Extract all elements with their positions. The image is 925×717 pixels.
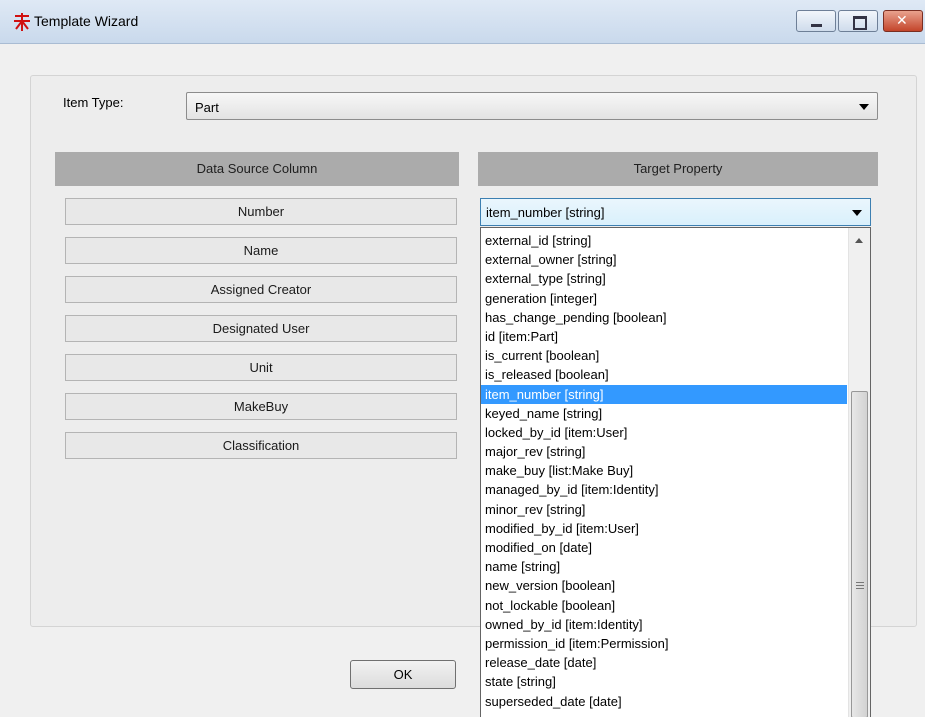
item-type-label: Item Type: bbox=[63, 95, 124, 110]
list-option[interactable]: not_lockable [boolean] bbox=[481, 596, 847, 615]
list-option[interactable]: new_version [boolean] bbox=[481, 576, 847, 595]
scrollbar-thumb[interactable] bbox=[851, 391, 868, 717]
item-type-value: Part bbox=[195, 100, 219, 115]
list-option[interactable]: id [item:Part] bbox=[481, 327, 847, 346]
scroll-up-arrow-icon[interactable] bbox=[855, 238, 863, 243]
list-option[interactable]: locked_by_id [item:User] bbox=[481, 423, 847, 442]
list-option[interactable]: state [string] bbox=[481, 672, 847, 691]
list-option[interactable]: permission_id [item:Permission] bbox=[481, 634, 847, 653]
source-column-name: Name bbox=[65, 237, 457, 264]
list-option[interactable]: owned_by_id [item:Identity] bbox=[481, 615, 847, 634]
title-bar: Template Wizard bbox=[0, 0, 925, 44]
list-option[interactable]: minor_rev [string] bbox=[481, 500, 847, 519]
minimize-button[interactable] bbox=[796, 10, 836, 32]
vertical-scrollbar[interactable] bbox=[848, 228, 870, 717]
app-icon bbox=[14, 13, 30, 31]
source-column-makebuy: MakeBuy bbox=[65, 393, 457, 420]
list-option[interactable]: release_date [date] bbox=[481, 653, 847, 672]
target-property-select[interactable]: item_number [string] bbox=[480, 198, 871, 226]
list-option[interactable]: external_type [string] bbox=[481, 269, 847, 288]
chevron-down-icon[interactable] bbox=[859, 104, 869, 110]
maximize-button[interactable] bbox=[838, 10, 878, 32]
list-option[interactable]: keyed_name [string] bbox=[481, 404, 847, 423]
grip-icon bbox=[856, 582, 864, 591]
list-option[interactable]: modified_by_id [item:User] bbox=[481, 519, 847, 538]
list-option[interactable]: is_current [boolean] bbox=[481, 346, 847, 365]
source-column-unit: Unit bbox=[65, 354, 457, 381]
list-option[interactable]: is_released [boolean] bbox=[481, 365, 847, 384]
source-column-number: Number bbox=[65, 198, 457, 225]
close-button[interactable] bbox=[883, 10, 923, 32]
source-column-assigned-creator: Assigned Creator bbox=[65, 276, 457, 303]
list-option[interactable]: generation [integer] bbox=[481, 289, 847, 308]
list-option[interactable]: external_owner [string] bbox=[481, 250, 847, 269]
list-option-selected[interactable]: item_number [string] bbox=[481, 384, 847, 404]
source-column-classification: Classification bbox=[65, 432, 457, 459]
list-option[interactable]: name [string] bbox=[481, 557, 847, 576]
list-option[interactable]: has_change_pending [boolean] bbox=[481, 308, 847, 327]
list-option[interactable]: external_id [string] bbox=[481, 231, 847, 250]
source-column-designated-user: Designated User bbox=[65, 315, 457, 342]
ok-button[interactable]: OK bbox=[350, 660, 456, 689]
target-property-dropdown-list[interactable]: external_id [string] external_owner [str… bbox=[480, 227, 871, 717]
list-option[interactable]: make_buy [list:Make Buy] bbox=[481, 461, 847, 480]
list-option[interactable]: superseded_date [date] bbox=[481, 692, 847, 711]
list-option[interactable]: managed_by_id [item:Identity] bbox=[481, 480, 847, 499]
list-option[interactable]: modified_on [date] bbox=[481, 538, 847, 557]
target-property-header: Target Property bbox=[478, 152, 878, 186]
data-source-column-header: Data Source Column bbox=[55, 152, 459, 186]
option-list: external_id [string] external_owner [str… bbox=[481, 231, 847, 711]
target-property-value: item_number [string] bbox=[486, 205, 605, 220]
chevron-down-icon[interactable] bbox=[852, 210, 862, 216]
item-type-select[interactable]: Part bbox=[186, 92, 878, 120]
window-title: Template Wizard bbox=[34, 13, 139, 29]
list-option[interactable]: major_rev [string] bbox=[481, 442, 847, 461]
